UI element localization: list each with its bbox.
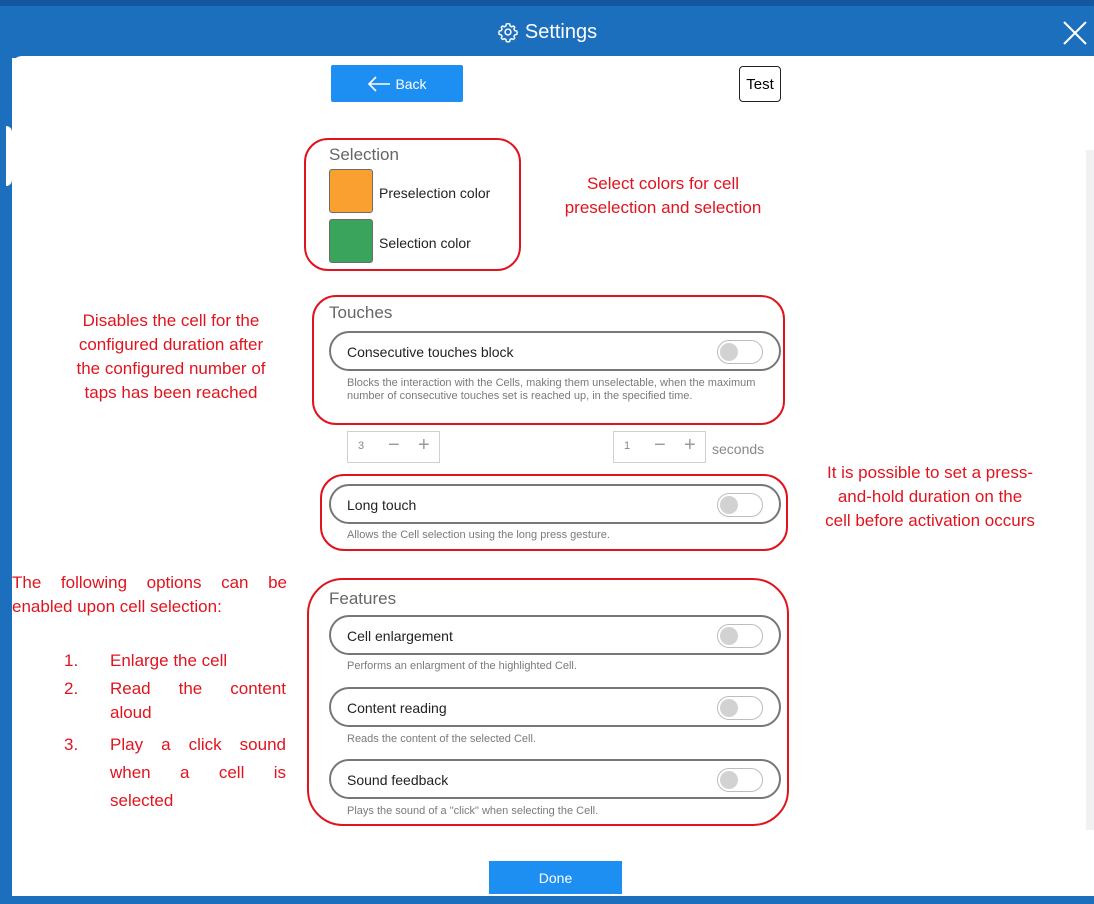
window-title: Settings: [0, 18, 1094, 46]
duration-unit-label: seconds: [712, 441, 765, 457]
list-item-text: Read the content: [110, 679, 286, 698]
back-button-label: Back: [395, 75, 427, 92]
list-number: 3.: [64, 735, 79, 754]
features-annotation: The following options can be enabled upo…: [12, 571, 287, 619]
test-button[interactable]: Test: [739, 66, 781, 102]
list-item-text: Enlarge the cell: [110, 651, 228, 670]
annotation-line: preselection and selection: [564, 198, 762, 217]
list-item-text: Play a click sound: [110, 735, 286, 754]
touches-annotation: Disables the cell for the configured dur…: [46, 309, 296, 405]
window-bottom-edge: [0, 896, 1094, 904]
touch-duration-decrement[interactable]: −: [654, 434, 666, 457]
list-item-text: aloud: [110, 703, 152, 722]
touch-count-stepper[interactable]: 3 − +: [347, 431, 440, 463]
list-number: 1.: [64, 651, 79, 670]
long-touch-annotation: It is possible to set a press- and-hold …: [800, 461, 1060, 533]
touch-count-decrement[interactable]: −: [388, 434, 400, 457]
selection-callout: [304, 138, 521, 271]
arrow-left-icon: [368, 75, 391, 92]
side-tab: [6, 126, 12, 186]
long-touch-callout: [320, 474, 788, 551]
features-callout: [307, 578, 789, 826]
window-title-text: Settings: [524, 20, 598, 43]
touches-callout: [312, 295, 785, 425]
annotation-line: the configured number of: [76, 359, 266, 378]
annotation-line: cell before activation occurs: [825, 511, 1035, 530]
annotation-line: The following options can be: [12, 573, 287, 592]
annotation-line: Disables the cell for the: [82, 311, 260, 330]
touch-duration-stepper[interactable]: 1 − +: [613, 431, 706, 463]
list-number: 2.: [64, 679, 79, 698]
annotation-line: Select colors for cell: [586, 174, 740, 193]
touch-count-value: 3: [358, 440, 365, 452]
back-button[interactable]: Back: [331, 65, 463, 102]
list-item-text: when a cell is: [110, 763, 286, 782]
annotation-line: configured duration after: [78, 335, 264, 354]
touch-count-increment[interactable]: +: [418, 434, 430, 457]
done-button[interactable]: Done: [489, 861, 622, 894]
colors-annotation: Select colors for cell preselection and …: [548, 172, 778, 220]
close-icon[interactable]: [1062, 20, 1088, 46]
annotation-line: taps has been reached: [84, 383, 258, 402]
list-item-text: selected: [110, 791, 174, 810]
annotation-line: enabled upon cell selection:: [12, 597, 222, 616]
gear-icon: [497, 22, 518, 43]
annotation-line: and-hold duration on the: [837, 487, 1023, 506]
touch-duration-value: 1: [624, 440, 631, 452]
touch-duration-increment[interactable]: +: [684, 434, 696, 457]
scrollbar[interactable]: [1086, 150, 1094, 830]
annotation-line: It is possible to set a press-: [827, 463, 1033, 482]
